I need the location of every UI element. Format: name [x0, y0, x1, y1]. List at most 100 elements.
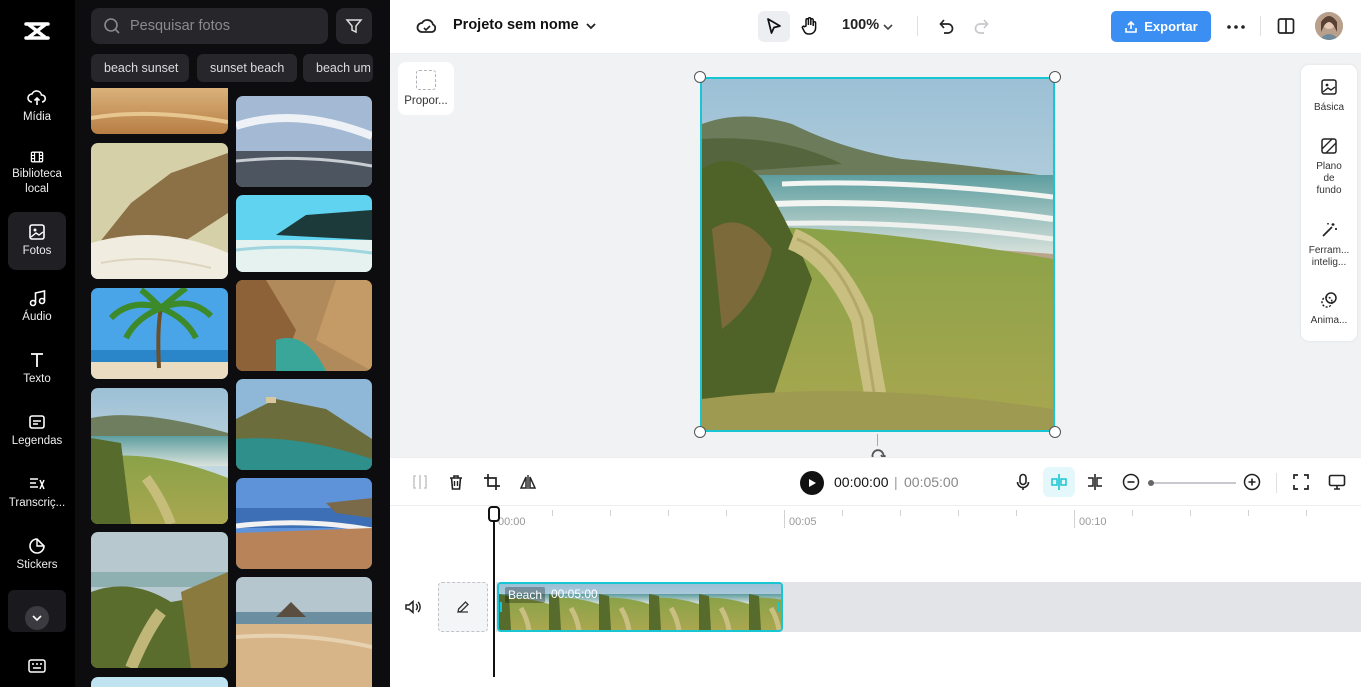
photo-thumb[interactable]	[236, 379, 372, 470]
app-logo-icon[interactable]	[22, 16, 52, 46]
preview-button[interactable]	[1325, 470, 1349, 494]
nav-item-label: Texto	[23, 373, 51, 385]
nav-item-label: Mídia	[22, 111, 52, 123]
current-time: 00:00:00	[834, 474, 889, 490]
panel-item-label: Básica	[1313, 102, 1344, 113]
monitor-icon	[1328, 474, 1346, 490]
flip-icon	[519, 475, 537, 489]
magic-wand-icon	[1322, 223, 1337, 237]
zoom-out-icon	[1122, 473, 1140, 491]
nav-item-audio[interactable]: Áudio	[8, 278, 66, 336]
photo-thumb[interactable]	[91, 677, 228, 687]
hand-tool-icon[interactable]	[800, 16, 820, 36]
zoom-in-button[interactable]	[1240, 470, 1264, 494]
zoom-level[interactable]: 100%	[842, 17, 879, 33]
export-label: Exportar	[1144, 19, 1198, 34]
chip-beach-um[interactable]: beach um	[303, 54, 373, 82]
zoom-slider[interactable]	[1148, 480, 1236, 486]
resize-handle-bottom-right[interactable]	[1049, 426, 1061, 438]
nav-item-stickers[interactable]: Stickers	[8, 526, 66, 584]
select-tool-button[interactable]	[758, 11, 790, 42]
split-button[interactable]	[408, 470, 432, 494]
canvas-photo[interactable]	[700, 77, 1055, 432]
chip-beach-sunset[interactable]: beach sunset	[91, 54, 189, 82]
zoom-out-button[interactable]	[1119, 470, 1143, 494]
ruler-label: 00:00	[498, 516, 526, 528]
crop-button[interactable]	[480, 470, 504, 494]
search-input[interactable]: Pesquisar fotos	[130, 18, 230, 34]
snap-icon	[1051, 474, 1067, 490]
panel-item-label: Plano de fundo	[1316, 161, 1342, 196]
play-button[interactable]	[800, 471, 824, 495]
flip-button[interactable]	[516, 470, 540, 494]
resize-handle-top-right[interactable]	[1049, 71, 1061, 83]
resize-handle-bottom-left[interactable]	[694, 426, 706, 438]
playhead[interactable]	[488, 506, 500, 677]
panel-item-ferramentas-inteligentes[interactable]: Ferram... intelig...	[1301, 221, 1357, 269]
nav-item-biblioteca-local[interactable]: Biblioteca local	[8, 139, 66, 197]
photos-panel: Pesquisar fotos beach sunset sunset beac…	[75, 0, 390, 687]
photo-thumb-selected[interactable]	[91, 388, 228, 524]
clip-trim-handle-right[interactable]	[778, 602, 780, 612]
panel-item-basica[interactable]: Básica	[1301, 78, 1357, 114]
timeline[interactable]: 00:00 00:05 00:10 Beach 00:05:00	[390, 506, 1361, 687]
left-nav: Mídia Biblioteca local Fotos Áudio Texto…	[0, 0, 75, 687]
split-icon	[413, 475, 427, 489]
avatar[interactable]	[1315, 12, 1343, 40]
fullscreen-button[interactable]	[1289, 470, 1313, 494]
photo-thumb[interactable]	[91, 288, 228, 379]
photo-thumb[interactable]	[91, 143, 228, 279]
playhead-handle[interactable]	[488, 506, 500, 522]
ruler-label: 00:05	[789, 516, 817, 528]
cloud-icon[interactable]	[416, 16, 438, 36]
nav-item-midia[interactable]: Mídia	[8, 78, 66, 136]
resize-handle-top-left[interactable]	[694, 71, 706, 83]
nav-item-legendas[interactable]: Legendas	[8, 402, 66, 460]
keyboard-icon[interactable]	[28, 658, 46, 674]
filter-button[interactable]	[336, 8, 372, 44]
photo-thumb[interactable]	[236, 577, 372, 687]
chevron-down-icon[interactable]	[882, 21, 894, 33]
photo-thumb[interactable]	[236, 280, 372, 371]
animation-icon	[1321, 292, 1337, 308]
snap-toggle[interactable]	[1043, 467, 1075, 497]
photo-thumb[interactable]	[91, 532, 228, 668]
photo-thumb[interactable]	[236, 478, 372, 569]
time-separator: |	[894, 474, 898, 490]
photo-thumb[interactable]	[236, 195, 372, 272]
export-icon	[1125, 20, 1138, 33]
total-duration: 00:05:00	[904, 474, 959, 490]
chevron-down-icon[interactable]	[585, 20, 597, 32]
nav-item-transcricao[interactable]: Transcriç...	[8, 464, 66, 522]
play-icon	[809, 479, 816, 487]
nav-more-button[interactable]	[8, 590, 66, 632]
aspect-ratio-button[interactable]: Propor...	[398, 62, 454, 115]
zoom-slider-knob[interactable]	[1148, 480, 1154, 486]
split-view-button[interactable]	[1083, 470, 1107, 494]
redo-icon[interactable]	[972, 16, 992, 36]
photo-thumb[interactable]	[91, 88, 228, 134]
undo-icon[interactable]	[936, 16, 956, 36]
nav-item-fotos[interactable]: Fotos	[8, 212, 66, 270]
canvas-area[interactable]: Propor... Básica Plano de fundo Ferram..…	[390, 54, 1361, 460]
clip-trim-handle-left[interactable]	[500, 602, 502, 612]
edit-cover-button[interactable]	[438, 582, 488, 632]
volume-icon[interactable]	[404, 598, 422, 616]
split-track-icon	[1088, 474, 1102, 490]
layout-panel-icon[interactable]	[1276, 16, 1296, 36]
divider	[1276, 473, 1277, 493]
chip-sunset-beach[interactable]: sunset beach	[197, 54, 297, 82]
rotate-stem	[877, 434, 878, 446]
export-button[interactable]: Exportar	[1111, 11, 1211, 42]
sticker-icon	[29, 538, 45, 554]
record-audio-button[interactable]	[1011, 470, 1035, 494]
more-options-icon[interactable]	[1226, 17, 1246, 37]
search-box[interactable]: Pesquisar fotos	[91, 8, 328, 44]
video-clip[interactable]: Beach 00:05:00	[497, 582, 783, 632]
nav-item-texto[interactable]: Texto	[8, 340, 66, 398]
photo-thumb[interactable]	[236, 96, 372, 187]
delete-button[interactable]	[444, 470, 468, 494]
project-title[interactable]: Projeto sem nome	[453, 17, 579, 33]
panel-item-plano-de-fundo[interactable]: Plano de fundo	[1301, 137, 1357, 197]
panel-item-animacao[interactable]: Anima...	[1301, 291, 1357, 327]
